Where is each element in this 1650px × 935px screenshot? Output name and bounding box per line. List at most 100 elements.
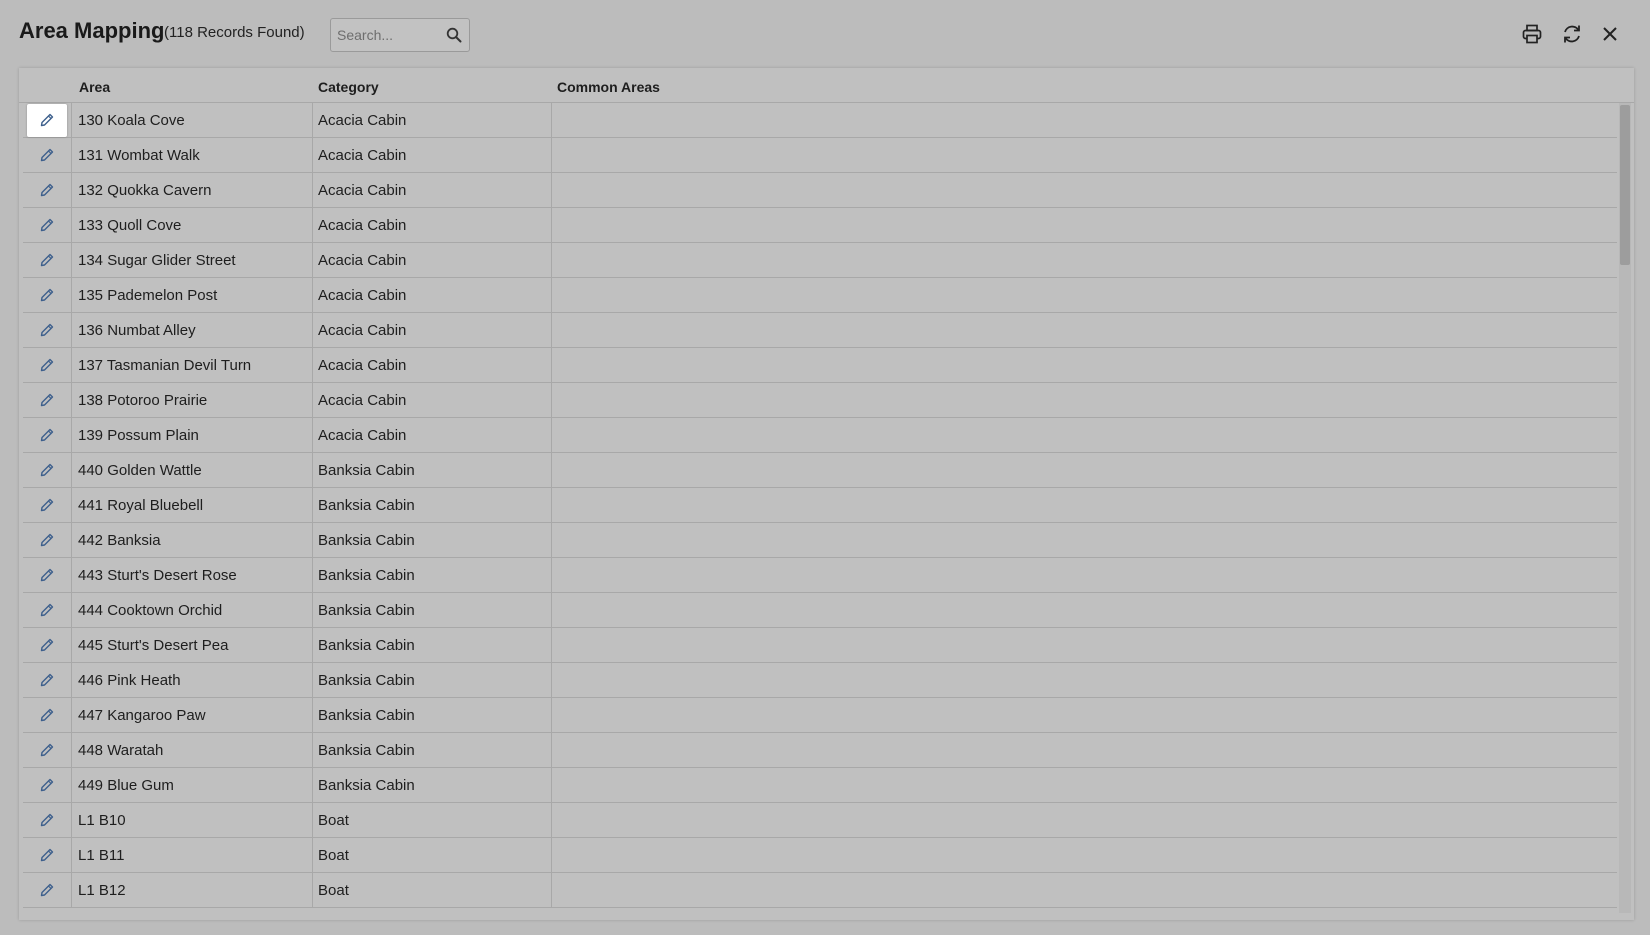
printer-icon — [1522, 24, 1542, 44]
edit-button[interactable] — [23, 453, 72, 487]
column-header-area[interactable]: Area — [79, 79, 110, 95]
table-row[interactable]: 443 Sturt's Desert Rose Banksia Cabin — [23, 558, 1617, 593]
cell-category: Banksia Cabin — [318, 707, 415, 724]
edit-button-box[interactable] — [27, 664, 67, 697]
cell-category: Banksia Cabin — [318, 742, 415, 759]
table-row[interactable]: L1 B11 Boat — [23, 838, 1617, 873]
search-input[interactable] — [337, 19, 445, 51]
edit-button-box[interactable] — [27, 314, 67, 347]
edit-button[interactable] — [23, 243, 72, 277]
edit-button-box[interactable] — [27, 769, 67, 802]
edit-button[interactable] — [23, 348, 72, 382]
search-icon[interactable] — [446, 27, 462, 43]
edit-button-box[interactable] — [27, 349, 67, 382]
cell-area: L1 B10 — [78, 812, 126, 829]
table-row[interactable]: 444 Cooktown Orchid Banksia Cabin — [23, 593, 1617, 628]
table-row[interactable]: 137 Tasmanian Devil Turn Acacia Cabin — [23, 348, 1617, 383]
column-divider — [312, 453, 313, 487]
edit-button-box[interactable] — [27, 734, 67, 767]
close-button[interactable] — [1597, 21, 1623, 47]
refresh-button[interactable] — [1559, 21, 1585, 47]
edit-button[interactable] — [23, 593, 72, 627]
edit-button[interactable] — [23, 873, 72, 907]
edit-button-box[interactable] — [27, 174, 67, 207]
table-row[interactable]: 447 Kangaroo Paw Banksia Cabin — [23, 698, 1617, 733]
edit-button-box[interactable] — [27, 244, 67, 277]
edit-button-box[interactable] — [27, 139, 67, 172]
edit-button[interactable] — [23, 488, 72, 522]
edit-button-box[interactable] — [27, 839, 67, 872]
edit-button-box[interactable] — [27, 209, 67, 242]
column-divider — [312, 663, 313, 697]
edit-button-box[interactable] — [27, 103, 67, 137]
edit-button[interactable] — [23, 803, 72, 837]
edit-button-box[interactable] — [27, 419, 67, 452]
column-divider — [551, 103, 552, 137]
edit-button-box[interactable] — [27, 594, 67, 627]
column-divider — [551, 313, 552, 347]
edit-button[interactable] — [23, 768, 72, 802]
cell-category: Banksia Cabin — [318, 602, 415, 619]
edit-button[interactable] — [23, 383, 72, 417]
edit-button-box[interactable] — [27, 559, 67, 592]
table-row[interactable]: L1 B10 Boat — [23, 803, 1617, 838]
print-button[interactable] — [1519, 21, 1545, 47]
edit-button-box[interactable] — [27, 454, 67, 487]
cell-category: Acacia Cabin — [318, 322, 407, 339]
edit-button-box[interactable] — [27, 524, 67, 557]
pencil-icon — [40, 463, 54, 477]
edit-button[interactable] — [23, 558, 72, 592]
edit-button-box[interactable] — [27, 489, 67, 522]
cell-area: 442 Banksia — [78, 532, 161, 549]
table-row[interactable]: 448 Waratah Banksia Cabin — [23, 733, 1617, 768]
table-row[interactable]: 136 Numbat Alley Acacia Cabin — [23, 313, 1617, 348]
edit-button[interactable] — [23, 103, 72, 137]
edit-button[interactable] — [23, 628, 72, 662]
column-divider — [551, 663, 552, 697]
edit-button[interactable] — [23, 138, 72, 172]
edit-button[interactable] — [23, 313, 72, 347]
table-row[interactable]: 442 Banksia Banksia Cabin — [23, 523, 1617, 558]
table-row[interactable]: 130 Koala Cove Acacia Cabin — [23, 103, 1617, 138]
edit-button[interactable] — [23, 208, 72, 242]
edit-button-box[interactable] — [27, 629, 67, 662]
column-divider — [312, 488, 313, 522]
column-header-category[interactable]: Category — [318, 79, 379, 95]
cell-area: 138 Potoroo Prairie — [78, 392, 208, 409]
table-row[interactable]: 132 Quokka Cavern Acacia Cabin — [23, 173, 1617, 208]
edit-button-box[interactable] — [27, 804, 67, 837]
pencil-icon — [40, 883, 54, 897]
edit-button[interactable] — [23, 173, 72, 207]
scrollbar-thumb[interactable] — [1620, 105, 1630, 265]
edit-button[interactable] — [23, 663, 72, 697]
table-row[interactable]: 138 Potoroo Prairie Acacia Cabin — [23, 383, 1617, 418]
table-row[interactable]: L1 B12 Boat — [23, 873, 1617, 908]
edit-button[interactable] — [23, 278, 72, 312]
table-row[interactable]: 440 Golden Wattle Banksia Cabin — [23, 453, 1617, 488]
edit-button[interactable] — [23, 698, 72, 732]
table-row[interactable]: 131 Wombat Walk Acacia Cabin — [23, 138, 1617, 173]
edit-button-box[interactable] — [27, 874, 67, 907]
table-row[interactable]: 441 Royal Bluebell Banksia Cabin — [23, 488, 1617, 523]
table-row[interactable]: 135 Pademelon Post Acacia Cabin — [23, 278, 1617, 313]
table-row[interactable]: 134 Sugar Glider Street Acacia Cabin — [23, 243, 1617, 278]
edit-button-box[interactable] — [27, 279, 67, 312]
table-row[interactable]: 133 Quoll Cove Acacia Cabin — [23, 208, 1617, 243]
column-divider — [551, 523, 552, 557]
edit-button[interactable] — [23, 733, 72, 767]
column-header-common-areas[interactable]: Common Areas — [557, 79, 660, 95]
column-divider — [312, 243, 313, 277]
cell-category: Acacia Cabin — [318, 357, 407, 374]
table-row[interactable]: 449 Blue Gum Banksia Cabin — [23, 768, 1617, 803]
edit-button[interactable] — [23, 523, 72, 557]
column-divider — [312, 383, 313, 417]
table-row[interactable]: 445 Sturt's Desert Pea Banksia Cabin — [23, 628, 1617, 663]
edit-button[interactable] — [23, 838, 72, 872]
vertical-scrollbar[interactable] — [1619, 103, 1631, 913]
search-box[interactable] — [330, 18, 470, 52]
table-row[interactable]: 139 Possum Plain Acacia Cabin — [23, 418, 1617, 453]
edit-button-box[interactable] — [27, 699, 67, 732]
edit-button[interactable] — [23, 418, 72, 452]
edit-button-box[interactable] — [27, 384, 67, 417]
table-row[interactable]: 446 Pink Heath Banksia Cabin — [23, 663, 1617, 698]
